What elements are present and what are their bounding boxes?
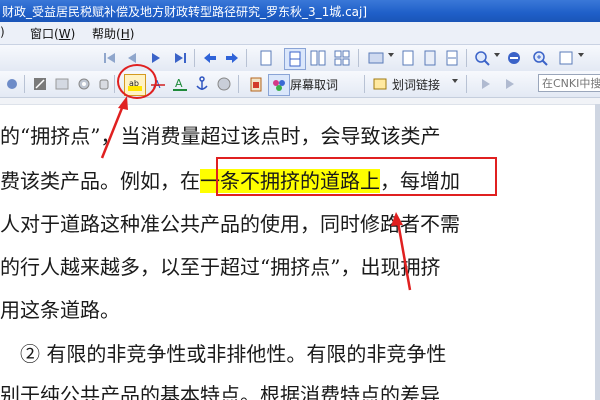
annotation-box [216,157,497,196]
toolbar-separator [466,75,467,93]
chevron-down-icon[interactable] [388,53,394,57]
vertical-scrollbar[interactable] [595,104,600,400]
single-page-view-icon[interactable] [256,48,276,68]
chevron-down-icon[interactable] [578,53,584,57]
underline-text-icon[interactable]: A [170,74,190,94]
clipboard-icon[interactable] [246,74,266,94]
window-title: 财政_受益居民税赋补偿及地方财政转型路径研究_罗东秋_3_1城.caj] [2,5,368,19]
menu-help[interactable]: 帮助(H) [92,25,134,42]
document-line-3: 人对于道路这种准公共产品的使用，同时修路者不需 [0,212,460,236]
next-page-icon[interactable] [146,48,166,68]
word-link-label: 划词链接 [392,77,441,92]
document-line-4: 的行人越来越多，以至于超过“拥挤点”，出现拥挤 [0,255,441,279]
toolbar-separator [358,49,359,67]
image-select-icon[interactable] [52,74,72,94]
screen-capture-label: 屏幕取词 [290,77,339,92]
anchor-icon[interactable] [192,74,212,94]
document-line-1: 的“拥挤点”，当消费量超过该点时，会导致该类产 [0,124,441,148]
ruler [0,98,600,105]
toolbar-separator [24,75,25,93]
note-icon[interactable] [214,74,234,94]
caj-viewer-window: 财政_受益居民税赋补偿及地方财政转型路径研究_罗东秋_3_1城.caj] ) 窗… [0,0,600,400]
toolbar-separator [194,49,195,67]
screen-capture-button[interactable]: 屏幕取词 [290,74,338,94]
hand-tool-icon[interactable] [94,74,114,94]
cnki-search-input[interactable] [538,74,600,92]
back-arrow-icon[interactable] [200,48,220,68]
navigation-toolbar [0,45,600,72]
link-icon[interactable] [370,74,390,94]
document-line-5: 用这条道路。 [0,298,120,322]
layout-icon[interactable] [366,48,386,68]
fit-page-icon[interactable] [398,48,418,68]
grid-view-icon[interactable] [332,48,352,68]
fit-width-icon[interactable] [442,48,462,68]
annotation-circle [117,64,157,99]
document-line-6: ② 有限的非竞争性或非排他性。有限的非竞争性 [0,342,447,366]
title-bar[interactable]: 财政_受益居民税赋补偿及地方财政转型路径研究_罗东秋_3_1城.caj] [0,0,600,22]
toolbar-separator [238,75,239,93]
chevron-down-icon[interactable] [452,79,458,83]
first-page-icon[interactable] [100,48,120,68]
next-result-icon[interactable] [476,74,496,94]
pencil-icon[interactable] [30,74,50,94]
word-link-button[interactable]: 划词链接 [392,74,440,94]
select-tool-icon[interactable] [2,74,22,94]
screen-capture-icon[interactable] [268,74,290,96]
forward-arrow-icon[interactable] [222,48,242,68]
facing-pages-icon[interactable] [308,48,328,68]
toolbar-separator [466,49,467,67]
chevron-down-icon[interactable] [494,53,500,57]
settings-gear-icon[interactable] [74,74,94,94]
zoom-in-icon[interactable] [530,48,550,68]
continuous-view-icon[interactable] [284,48,306,70]
more-options-icon[interactable] [500,74,520,94]
tools-toolbar: ab A A 屏幕取词 划词链接 [0,71,600,98]
zoom-out-icon[interactable] [504,48,524,68]
toolbar-separator [114,75,115,93]
document-line-7: 别于纯公共产品的基本特点。根据消费特点的差异 [0,383,440,400]
actual-size-icon[interactable] [420,48,440,68]
last-page-icon[interactable] [170,48,190,68]
menu-bar: ) 窗口(W) 帮助(H) [0,22,600,45]
svg-text:A: A [175,77,183,90]
toolbar-separator [246,49,247,67]
toolbar-separator [364,75,365,93]
zoom-options-icon[interactable] [556,48,576,68]
zoom-icon[interactable] [472,48,492,68]
menu-fragment: ) [0,25,5,39]
menu-window[interactable]: 窗口(W) [30,25,75,42]
